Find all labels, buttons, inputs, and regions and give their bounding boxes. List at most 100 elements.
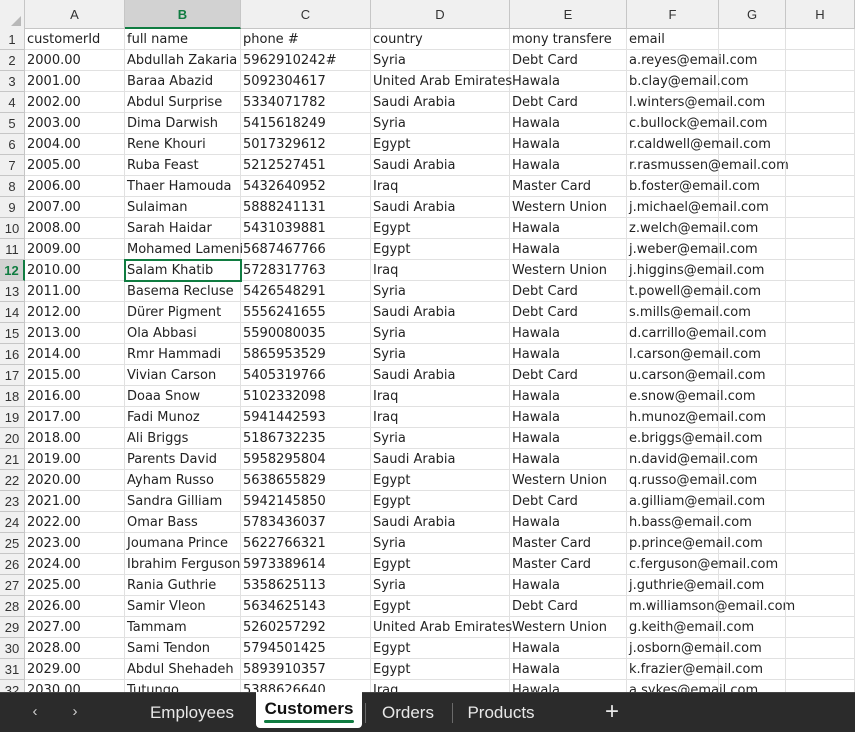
cell-e12[interactable]: Western Union bbox=[510, 260, 627, 281]
cell-g26[interactable] bbox=[719, 554, 786, 575]
cell-e14[interactable]: Debt Card bbox=[510, 302, 627, 323]
cell-h16[interactable] bbox=[786, 344, 855, 365]
cell-b30[interactable]: Sami Tendon bbox=[125, 638, 241, 659]
cell-d24[interactable]: Saudi Arabia bbox=[371, 512, 510, 533]
cell-f5[interactable]: c.bullock@email.com bbox=[627, 113, 767, 134]
cell-c18[interactable]: 5102332098 bbox=[241, 386, 371, 407]
cell-c14[interactable]: 5556241655 bbox=[241, 302, 371, 323]
cell-c13[interactable]: 5426548291 bbox=[241, 281, 371, 302]
column-header-h[interactable]: H bbox=[786, 0, 855, 29]
cell-g30[interactable] bbox=[719, 638, 786, 659]
cell-e15[interactable]: Hawala bbox=[510, 323, 627, 344]
cell-h20[interactable] bbox=[786, 428, 855, 449]
cell-f21[interactable]: n.david@email.com bbox=[627, 449, 758, 470]
cell-g8[interactable] bbox=[719, 176, 786, 197]
row-header-26[interactable]: 26 bbox=[0, 554, 25, 575]
row-header-6[interactable]: 6 bbox=[0, 134, 25, 155]
cell-b3[interactable]: Baraa Abazid bbox=[125, 71, 241, 92]
cell-c23[interactable]: 5942145850 bbox=[241, 491, 371, 512]
row-header-2[interactable]: 2 bbox=[0, 50, 25, 71]
cell-d18[interactable]: Iraq bbox=[371, 386, 510, 407]
cell-f24[interactable]: h.bass@email.com bbox=[627, 512, 752, 533]
cell-h31[interactable] bbox=[786, 659, 855, 680]
cell-d25[interactable]: Syria bbox=[371, 533, 510, 554]
cell-e29[interactable]: Western Union bbox=[510, 617, 627, 638]
cell-h25[interactable] bbox=[786, 533, 855, 554]
cell-b31[interactable]: Abdul Shehadeh bbox=[125, 659, 241, 680]
cell-c20[interactable]: 5186732235 bbox=[241, 428, 371, 449]
cell-f20[interactable]: e.briggs@email.com bbox=[627, 428, 762, 449]
cell-c12[interactable]: 5728317763 bbox=[241, 260, 371, 281]
cell-a11[interactable]: 2009.00 bbox=[25, 239, 125, 260]
cell-h27[interactable] bbox=[786, 575, 855, 596]
cell-g15[interactable] bbox=[719, 323, 786, 344]
cell-e18[interactable]: Hawala bbox=[510, 386, 627, 407]
cell-c27[interactable]: 5358625113 bbox=[241, 575, 371, 596]
cell-f12[interactable]: j.higgins@email.com bbox=[627, 260, 764, 281]
cell-f8[interactable]: b.foster@email.com bbox=[627, 176, 760, 197]
cell-g1[interactable] bbox=[719, 29, 786, 50]
cell-h18[interactable] bbox=[786, 386, 855, 407]
row-header-10[interactable]: 10 bbox=[0, 218, 25, 239]
cell-a19[interactable]: 2017.00 bbox=[25, 407, 125, 428]
cell-g29[interactable] bbox=[719, 617, 786, 638]
cell-b6[interactable]: Rene Khouri bbox=[125, 134, 241, 155]
cell-d15[interactable]: Syria bbox=[371, 323, 510, 344]
cell-h17[interactable] bbox=[786, 365, 855, 386]
cell-e23[interactable]: Debt Card bbox=[510, 491, 627, 512]
chevron-right-icon[interactable]: › bbox=[64, 701, 86, 723]
cell-h29[interactable] bbox=[786, 617, 855, 638]
row-header-22[interactable]: 22 bbox=[0, 470, 25, 491]
cell-c9[interactable]: 5888241131 bbox=[241, 197, 371, 218]
cell-b15[interactable]: Ola Abbasi bbox=[125, 323, 241, 344]
cell-g4[interactable] bbox=[719, 92, 786, 113]
cell-g2[interactable] bbox=[719, 50, 786, 71]
cell-h10[interactable] bbox=[786, 218, 855, 239]
cell-a25[interactable]: 2023.00 bbox=[25, 533, 125, 554]
row-header-19[interactable]: 19 bbox=[0, 407, 25, 428]
cell-a14[interactable]: 2012.00 bbox=[25, 302, 125, 323]
cell-b7[interactable]: Ruba Feast bbox=[125, 155, 241, 176]
cell-h1[interactable] bbox=[786, 29, 855, 50]
cell-g18[interactable] bbox=[719, 386, 786, 407]
cell-d32[interactable]: Iraq bbox=[371, 680, 510, 692]
cell-d9[interactable]: Saudi Arabia bbox=[371, 197, 510, 218]
column-header-g[interactable]: G bbox=[719, 0, 786, 29]
column-header-b[interactable]: B bbox=[125, 0, 241, 29]
cell-b17[interactable]: Vivian Carson bbox=[125, 365, 241, 386]
cell-c26[interactable]: 5973389614 bbox=[241, 554, 371, 575]
cell-e4[interactable]: Debt Card bbox=[510, 92, 627, 113]
cell-g27[interactable] bbox=[719, 575, 786, 596]
cell-a13[interactable]: 2011.00 bbox=[25, 281, 125, 302]
cell-b4[interactable]: Abdul Surprise bbox=[125, 92, 241, 113]
row-header-3[interactable]: 3 bbox=[0, 71, 25, 92]
cell-f14[interactable]: s.mills@email.com bbox=[627, 302, 751, 323]
cell-d23[interactable]: Egypt bbox=[371, 491, 510, 512]
cell-d13[interactable]: Syria bbox=[371, 281, 510, 302]
cell-a30[interactable]: 2028.00 bbox=[25, 638, 125, 659]
cell-e19[interactable]: Hawala bbox=[510, 407, 627, 428]
select-all-corner[interactable] bbox=[0, 0, 25, 29]
cell-d10[interactable]: Egypt bbox=[371, 218, 510, 239]
cell-e26[interactable]: Master Card bbox=[510, 554, 627, 575]
cell-e30[interactable]: Hawala bbox=[510, 638, 627, 659]
cell-g14[interactable] bbox=[719, 302, 786, 323]
cell-b9[interactable]: Sulaiman bbox=[125, 197, 241, 218]
cell-g10[interactable] bbox=[719, 218, 786, 239]
cell-c25[interactable]: 5622766321 bbox=[241, 533, 371, 554]
cell-g16[interactable] bbox=[719, 344, 786, 365]
cell-a26[interactable]: 2024.00 bbox=[25, 554, 125, 575]
cell-f15[interactable]: d.carrillo@email.com bbox=[627, 323, 767, 344]
cell-c5[interactable]: 5415618249 bbox=[241, 113, 371, 134]
cell-f3[interactable]: b.clay@email.com bbox=[627, 71, 749, 92]
column-header-f[interactable]: F bbox=[627, 0, 719, 29]
row-header-18[interactable]: 18 bbox=[0, 386, 25, 407]
cell-h28[interactable] bbox=[786, 596, 855, 617]
row-header-31[interactable]: 31 bbox=[0, 659, 25, 680]
cell-e16[interactable]: Hawala bbox=[510, 344, 627, 365]
cell-c6[interactable]: 5017329612 bbox=[241, 134, 371, 155]
cell-c2[interactable]: 5962910242# bbox=[241, 50, 371, 71]
cell-a16[interactable]: 2014.00 bbox=[25, 344, 125, 365]
cell-a18[interactable]: 2016.00 bbox=[25, 386, 125, 407]
cell-h4[interactable] bbox=[786, 92, 855, 113]
